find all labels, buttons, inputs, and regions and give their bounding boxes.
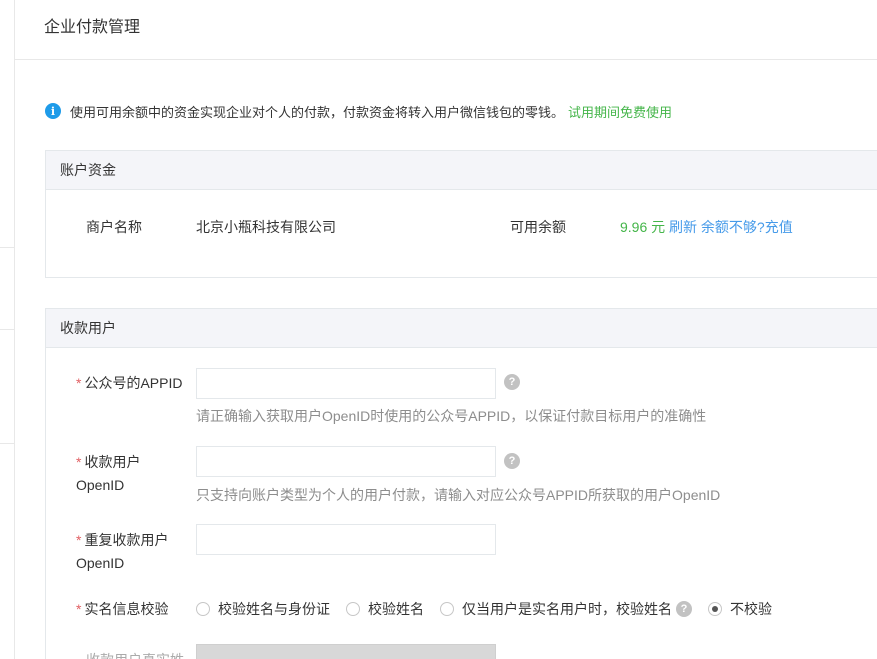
merchant-name-label: 商户名称 — [86, 219, 142, 235]
verify-radio-group: 校验姓名与身份证 校验姓名 仅当用户是实名用户时，校验姓名 ? 不校验 — [196, 599, 788, 619]
panel-header-payee: 收款用户 — [46, 309, 877, 348]
required-mark: * — [76, 375, 82, 391]
sidebar-divider — [0, 329, 15, 330]
radio-button[interactable] — [440, 602, 454, 616]
radio-no-verify[interactable]: 不校验 — [708, 599, 772, 619]
question-mark-icon[interactable]: ? — [676, 601, 692, 617]
radio-button[interactable] — [346, 602, 360, 616]
verify-label: * 实名信息校验 — [76, 601, 169, 617]
radio-button-checked[interactable] — [708, 602, 722, 616]
balance-value-row: 9.96 元 刷新 余额不够?充值 — [620, 217, 793, 237]
question-mark-icon[interactable]: ? — [504, 453, 520, 469]
required-mark: * — [76, 454, 82, 470]
recharge-link[interactable]: 充值 — [765, 219, 793, 235]
repeat-openid-input[interactable] — [196, 524, 496, 555]
radio-verify-name[interactable]: 校验姓名 — [346, 599, 424, 619]
realname-input-disabled — [196, 644, 496, 659]
merchant-name-value: 北京小瓶科技有限公司 — [196, 219, 336, 235]
appid-label: * 公众号的APPID — [76, 375, 183, 391]
openid-label: * 收款用户OpenID — [76, 454, 141, 493]
realname-label: 收款用户真实姓 — [86, 650, 184, 659]
title-divider — [15, 59, 877, 60]
repeat-openid-label: * 重复收款用户OpenID — [76, 532, 169, 571]
balance-value: 9.96 元 — [620, 219, 666, 235]
trial-note: 试用期间免费使用 — [568, 104, 673, 120]
balance-label: 可用余额 — [510, 219, 566, 235]
page-title: 企业付款管理 — [44, 19, 141, 36]
appid-hint: 请正确输入获取用户OpenID时使用的公众号APPID，以保证付款目标用户的准确… — [196, 408, 707, 424]
appid-input[interactable] — [196, 368, 496, 399]
left-sidebar-edge — [0, 0, 15, 659]
panel-header-account: 账户资金 — [46, 151, 877, 190]
payee-panel: 收款用户 * 公众号的APPID ? 请正确输入获取用户OpenID时使用的公众号… — [45, 308, 877, 659]
required-mark: * — [76, 601, 82, 617]
radio-verify-if-realname[interactable]: 仅当用户是实名用户时，校验姓名 — [440, 599, 672, 619]
radio-button[interactable] — [196, 602, 210, 616]
openid-hint: 只支持向账户类型为个人的用户付款，请输入对应公众号APPID所获取的用户Open… — [196, 487, 721, 503]
openid-input[interactable] — [196, 446, 496, 477]
info-icon: i — [45, 103, 61, 119]
insufficient-link[interactable]: 余额不够? — [701, 219, 765, 235]
notice-text: 使用可用余额中的资金实现企业对个人的付款，付款资金将转入用户微信钱包的零钱。 — [70, 104, 565, 120]
info-notice: i 使用可用余额中的资金实现企业对个人的付款，付款资金将转入用户微信钱包的零钱。… — [45, 101, 672, 121]
question-mark-icon[interactable]: ? — [504, 374, 520, 390]
required-mark: * — [76, 532, 82, 548]
sidebar-divider — [0, 443, 15, 444]
sidebar-divider — [0, 247, 15, 248]
account-funds-panel: 账户资金 商户名称 北京小瓶科技有限公司 可用余额 9.96 元 刷新 余额不够… — [45, 150, 877, 278]
refresh-link[interactable]: 刷新 — [669, 219, 697, 235]
radio-verify-name-id[interactable]: 校验姓名与身份证 — [196, 599, 330, 619]
